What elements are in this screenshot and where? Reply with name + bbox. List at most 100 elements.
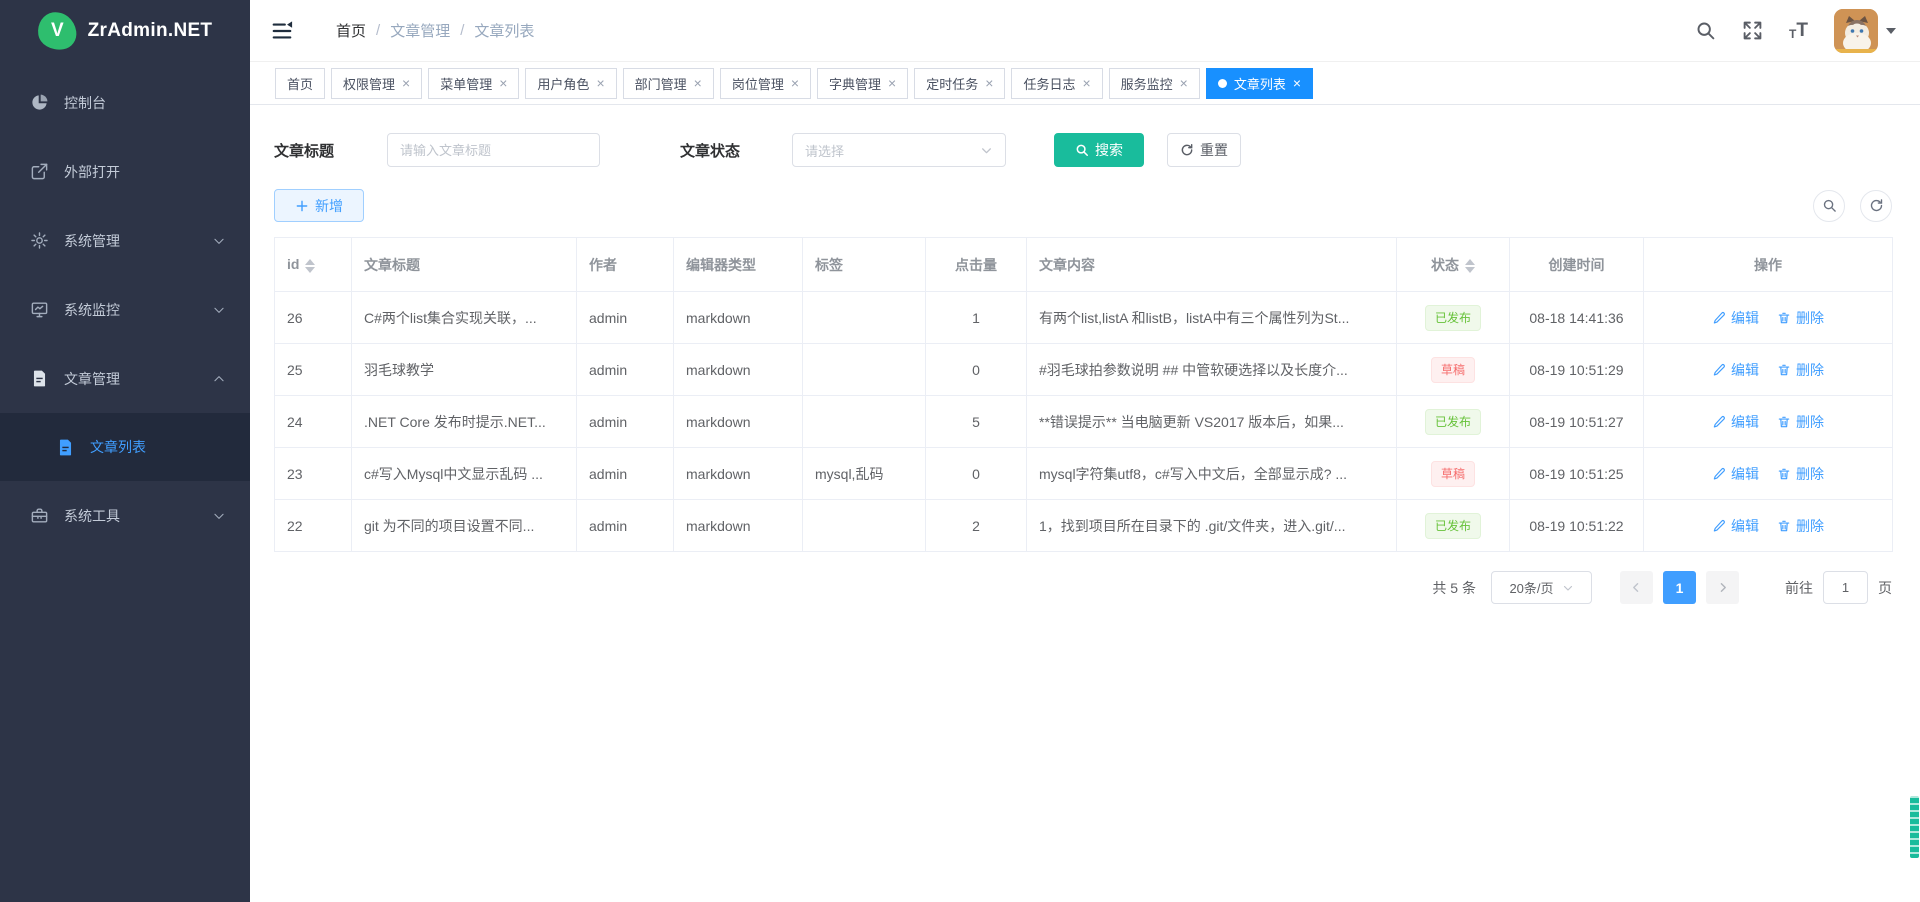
delete-icon xyxy=(1777,415,1791,429)
column-header[interactable]: id xyxy=(275,238,352,292)
chevron-right-icon xyxy=(1716,581,1729,594)
tab-active[interactable]: 文章列表× xyxy=(1206,68,1313,99)
fold-menu-icon[interactable] xyxy=(270,20,294,42)
table-row: 26C#两个list集合实现关联，...adminmarkdown1有两个lis… xyxy=(275,292,1893,344)
close-icon[interactable]: × xyxy=(499,76,507,90)
search-icon[interactable] xyxy=(1695,20,1716,41)
status-badge: 已发布 xyxy=(1425,305,1481,331)
breadcrumb-home[interactable]: 首页 xyxy=(336,20,366,41)
cell-hits: 0 xyxy=(926,448,1027,500)
content: 文章标题 文章状态 请选择 搜索 重置 xyxy=(250,105,1920,902)
edit-button[interactable]: 编辑 xyxy=(1712,360,1759,380)
sidebar-item-article-list[interactable]: 文章列表 xyxy=(0,413,250,481)
sort-icon[interactable] xyxy=(305,259,315,273)
show-search-button[interactable] xyxy=(1813,190,1845,222)
tab[interactable]: 字典管理× xyxy=(817,68,908,99)
close-icon[interactable]: × xyxy=(1293,76,1301,90)
column-label: id xyxy=(287,256,299,272)
table-row: 23c#写入Mysql中文显示乱码 ...adminmarkdownmysql,… xyxy=(275,448,1893,500)
close-icon[interactable]: × xyxy=(694,76,702,90)
article-status-select[interactable]: 请选择 xyxy=(792,133,1006,167)
topbar: 首页 / 文章管理 / 文章列表 TT xyxy=(250,0,1920,62)
tab[interactable]: 服务监控 × xyxy=(1109,68,1200,99)
table-row: 24.NET Core 发布时提示.NET...adminmarkdown5**… xyxy=(275,396,1893,448)
cell-id: 25 xyxy=(275,344,352,396)
column-label: 创建时间 xyxy=(1549,257,1605,273)
delete-button[interactable]: 删除 xyxy=(1777,308,1824,328)
prev-page-button[interactable] xyxy=(1620,571,1653,604)
tab[interactable]: 定时任务× xyxy=(914,68,1005,99)
sort-asc-icon[interactable] xyxy=(1465,259,1475,265)
add-button[interactable]: 新增 xyxy=(274,189,364,222)
refresh-table-button[interactable] xyxy=(1860,190,1892,222)
fullscreen-icon[interactable] xyxy=(1742,20,1763,41)
sort-desc-icon[interactable] xyxy=(1465,267,1475,273)
cell-title: c#写入Mysql中文显示乱码 ... xyxy=(352,448,577,500)
article-title-input[interactable] xyxy=(387,133,600,167)
sidebar-item-system-tools[interactable]: 系统工具 xyxy=(0,481,250,550)
search-button[interactable]: 搜索 xyxy=(1054,133,1144,167)
scrollbar-thumb[interactable] xyxy=(1910,796,1919,858)
logo[interactable]: V ZrAdmin.NET xyxy=(0,0,250,62)
column-header: 创建时间 xyxy=(1510,238,1644,292)
tab[interactable]: 部门管理× xyxy=(623,68,714,99)
goto-page: 前往 页 xyxy=(1785,571,1892,604)
cell-hits: 5 xyxy=(926,396,1027,448)
tab[interactable]: 菜单管理 × xyxy=(428,68,519,99)
column-header[interactable]: 状态 xyxy=(1397,238,1510,292)
page-number-1[interactable]: 1 xyxy=(1663,571,1696,604)
sidebar-item-system-monitor[interactable]: 系统监控 xyxy=(0,275,250,344)
sort-icon[interactable] xyxy=(1465,259,1475,273)
delete-button[interactable]: 删除 xyxy=(1777,360,1824,380)
tab[interactable]: 用户角色 × xyxy=(525,68,616,99)
tab-label: 用户角色 xyxy=(537,74,589,93)
cell-editor-type: markdown xyxy=(674,448,803,500)
column-label: 文章标题 xyxy=(364,257,420,273)
cell-status: 已发布 xyxy=(1397,292,1510,344)
article-status-label: 文章状态 xyxy=(680,140,740,161)
font-size-icon[interactable]: TT xyxy=(1789,21,1808,40)
user-menu[interactable] xyxy=(1834,9,1896,53)
reset-button[interactable]: 重置 xyxy=(1167,133,1241,167)
avatar[interactable] xyxy=(1834,9,1878,53)
edit-button[interactable]: 编辑 xyxy=(1712,464,1759,484)
tab[interactable]: 岗位管理× xyxy=(720,68,811,99)
close-icon[interactable]: × xyxy=(888,76,896,90)
sort-asc-icon[interactable] xyxy=(305,259,315,265)
close-icon[interactable]: × xyxy=(1180,76,1188,90)
delete-button[interactable]: 删除 xyxy=(1777,412,1824,432)
sidebar-item-external-open[interactable]: 外部打开 xyxy=(0,137,250,206)
edit-button[interactable]: 编辑 xyxy=(1712,412,1759,432)
edit-button[interactable]: 编辑 xyxy=(1712,308,1759,328)
close-icon[interactable]: × xyxy=(985,76,993,90)
sidebar-item-dashboard[interactable]: 控制台 xyxy=(0,68,250,137)
tab[interactable]: 权限管理× xyxy=(331,68,422,99)
goto-page-input[interactable] xyxy=(1823,571,1868,604)
cell-status: 草稿 xyxy=(1397,344,1510,396)
breadcrumb-article-management[interactable]: 文章管理 xyxy=(390,20,450,41)
table-row: 22git 为不同的项目设置不同...adminmarkdown21，找到项目所… xyxy=(275,500,1893,552)
delete-icon xyxy=(1777,311,1791,325)
sort-desc-icon[interactable] xyxy=(305,267,315,273)
monitor-icon xyxy=(30,300,50,320)
close-icon[interactable]: × xyxy=(791,76,799,90)
article-table: id文章标题作者编辑器类型标签点击量文章内容状态创建时间操作 26C#两个lis… xyxy=(274,237,1893,552)
delete-button[interactable]: 删除 xyxy=(1777,516,1824,536)
sidebar-item-system-management[interactable]: 系统管理 xyxy=(0,206,250,275)
close-icon[interactable]: × xyxy=(596,76,604,90)
cell-tags xyxy=(803,396,926,448)
tab-label: 服务监控 xyxy=(1121,74,1173,93)
close-icon[interactable]: × xyxy=(402,76,410,90)
close-icon[interactable]: × xyxy=(1082,76,1090,90)
chevron-up-icon xyxy=(212,372,226,386)
next-page-button[interactable] xyxy=(1706,571,1739,604)
edit-button[interactable]: 编辑 xyxy=(1712,516,1759,536)
tab-label: 菜单管理 xyxy=(440,74,492,93)
delete-button[interactable]: 删除 xyxy=(1777,464,1824,484)
tab[interactable]: 首页 xyxy=(275,68,325,99)
page-size-select[interactable]: 20条/页 xyxy=(1491,571,1592,604)
tab[interactable]: 任务日志× xyxy=(1011,68,1102,99)
sidebar-item-article-management[interactable]: 文章管理 xyxy=(0,344,250,413)
chevron-down-icon xyxy=(980,144,993,157)
chevron-down-icon xyxy=(212,234,226,248)
